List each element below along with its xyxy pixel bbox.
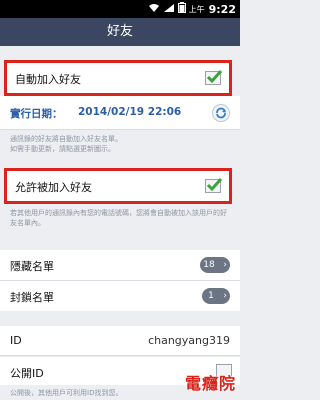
hidden-list-label: 隱藏名單 bbox=[10, 260, 54, 273]
auto-add-hint: 通訊錄的好友將自動加入好友名單。 如需手動更新，請點選更新圖示。 bbox=[10, 135, 122, 153]
execution-date-label: 實行日期： bbox=[10, 108, 63, 120]
blocked-count-badge: 1 › bbox=[202, 288, 230, 304]
execution-date-row: 實行日期： 2014/02/19 22:06 bbox=[0, 96, 240, 130]
id-value: changyang319 bbox=[148, 334, 230, 347]
chevron-right-icon: › bbox=[223, 291, 227, 301]
public-id-label: 公開ID bbox=[10, 367, 44, 380]
blocked-list-row[interactable]: 封鎖名單 1 › bbox=[0, 281, 240, 311]
status-bar: 上午 9:22 bbox=[0, 0, 240, 18]
page-title: 好友 bbox=[0, 18, 240, 46]
battery-icon bbox=[177, 2, 186, 16]
hidden-count-badge: 18 › bbox=[200, 257, 230, 273]
id-row: ID changyang319 bbox=[0, 326, 240, 356]
blocked-count: 1 bbox=[208, 291, 214, 301]
auto-add-row[interactable]: 自動加入好友 bbox=[4, 60, 232, 96]
auto-add-label: 自動加入好友 bbox=[15, 73, 81, 86]
blocked-list-label: 封鎖名單 bbox=[10, 291, 54, 304]
status-ampm: 上午 bbox=[188, 4, 205, 14]
allow-add-row[interactable]: 允許被加入好友 bbox=[4, 168, 232, 204]
allow-add-hint: 若其他用戶的通訊錄內有您的電話號碼，您將會自動被加入該用戶的好友名單內。 bbox=[10, 209, 227, 227]
refresh-icon[interactable] bbox=[212, 104, 230, 122]
status-time: 9:22 bbox=[208, 2, 236, 16]
watermark-logo: 電癮院 bbox=[184, 374, 236, 393]
hidden-list-row[interactable]: 隱藏名單 18 › bbox=[0, 250, 240, 280]
hidden-count: 18 bbox=[203, 260, 215, 270]
execution-date-value: 2014/02/19 22:06 bbox=[78, 106, 182, 118]
chevron-right-icon: › bbox=[223, 260, 227, 270]
allow-add-label: 允許被加入好友 bbox=[15, 181, 92, 194]
auto-add-checkbox[interactable] bbox=[205, 69, 222, 85]
id-label: ID bbox=[10, 334, 22, 347]
allow-add-checkbox[interactable] bbox=[205, 177, 222, 193]
wifi-icon bbox=[148, 3, 160, 16]
signal-icon bbox=[163, 3, 175, 16]
